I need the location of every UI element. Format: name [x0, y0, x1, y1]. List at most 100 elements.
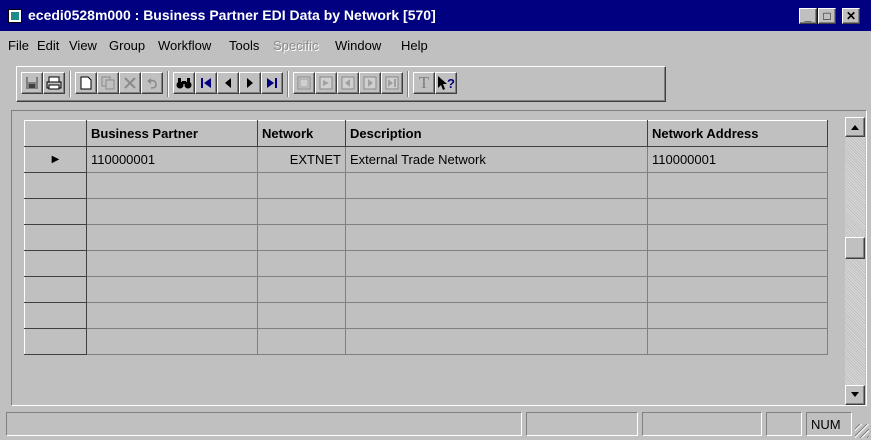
column-header-description[interactable]: Description [345, 120, 648, 147]
table-row[interactable] [24, 224, 828, 251]
toolbar-separator [407, 71, 409, 97]
cell-network[interactable] [257, 198, 346, 225]
cell-business-partner[interactable] [86, 302, 258, 329]
menu-help[interactable]: Help [401, 38, 428, 53]
scroll-thumb[interactable] [845, 237, 865, 259]
cell-network[interactable] [257, 224, 346, 251]
status-bar: NUM [0, 410, 871, 440]
next-record-icon[interactable] [239, 72, 261, 94]
form-icon-1[interactable] [293, 72, 315, 94]
form-icon-5[interactable] [381, 72, 403, 94]
cell-network-address[interactable]: 110000001 [647, 146, 828, 173]
menu-tools[interactable]: Tools [229, 38, 259, 53]
cell-network[interactable] [257, 328, 346, 355]
form-icon-3[interactable] [337, 72, 359, 94]
cell-description[interactable] [345, 198, 648, 225]
cell-business-partner[interactable] [86, 328, 258, 355]
cell-description[interactable] [345, 328, 648, 355]
cell-description[interactable] [345, 302, 648, 329]
vertical-scrollbar[interactable] [845, 117, 865, 405]
cell-business-partner[interactable]: 110000001 [86, 146, 258, 173]
table-row[interactable]: ▶ 110000001 EXTNET External Trade Networ… [24, 146, 828, 173]
scroll-up-button[interactable] [845, 117, 865, 137]
delete-icon[interactable] [119, 72, 141, 94]
menu-window[interactable]: Window [335, 38, 381, 53]
cell-description[interactable] [345, 224, 648, 251]
arrow-down-icon [851, 392, 859, 397]
resize-grip-icon[interactable] [855, 424, 869, 438]
row-selector[interactable] [24, 250, 87, 277]
cell-business-partner[interactable] [86, 250, 258, 277]
text-icon[interactable]: T [413, 72, 435, 94]
find-icon[interactable] [173, 72, 195, 94]
close-button[interactable]: ✕ [842, 8, 860, 24]
menu-workflow[interactable]: Workflow [158, 38, 211, 53]
form-icon-4[interactable] [359, 72, 381, 94]
menu-file[interactable]: File [8, 38, 29, 53]
cell-business-partner[interactable] [86, 198, 258, 225]
toolbar: T ? [16, 66, 666, 102]
cell-business-partner[interactable] [86, 276, 258, 303]
cell-description[interactable]: External Trade Network [345, 146, 648, 173]
cell-network-address[interactable] [647, 224, 828, 251]
table-row[interactable] [24, 250, 828, 277]
minimize-button[interactable]: _ [799, 8, 817, 24]
svg-text:?: ? [447, 76, 455, 91]
cell-network[interactable] [257, 302, 346, 329]
scroll-down-button[interactable] [845, 385, 865, 405]
cell-description[interactable] [345, 172, 648, 199]
table-row[interactable] [24, 198, 828, 225]
row-selector[interactable] [24, 276, 87, 303]
row-selector[interactable]: ▶ [24, 146, 87, 173]
cell-network[interactable]: EXTNET [257, 146, 346, 173]
help-pointer-icon[interactable]: ? [435, 72, 457, 94]
cell-network-address[interactable] [647, 198, 828, 225]
title-bar[interactable]: ecedi0528m000 : Business Partner EDI Dat… [0, 0, 871, 31]
status-panel-3 [642, 412, 762, 436]
cell-network-address[interactable] [647, 302, 828, 329]
cell-network[interactable] [257, 172, 346, 199]
status-panel-message [6, 412, 522, 436]
window-title: ecedi0528m000 : Business Partner EDI Dat… [28, 7, 436, 23]
undo-icon[interactable] [141, 72, 163, 94]
cell-description[interactable] [345, 250, 648, 277]
previous-record-icon[interactable] [217, 72, 239, 94]
row-selector[interactable] [24, 172, 87, 199]
cell-network-address[interactable] [647, 276, 828, 303]
app-icon[interactable] [8, 9, 22, 23]
save-icon[interactable] [21, 72, 43, 94]
form-icon-2[interactable] [315, 72, 337, 94]
column-header-business-partner[interactable]: Business Partner [86, 120, 258, 147]
data-grid: Business Partner Network Description Net… [24, 120, 828, 355]
arrow-up-icon [851, 125, 859, 130]
row-selector[interactable] [24, 224, 87, 251]
row-selector[interactable] [24, 328, 87, 355]
cell-network-address[interactable] [647, 172, 828, 199]
table-row[interactable] [24, 172, 828, 199]
row-selector[interactable] [24, 302, 87, 329]
maximize-button[interactable]: □ [818, 8, 836, 24]
table-row[interactable] [24, 328, 828, 355]
last-record-icon[interactable] [261, 72, 283, 94]
cell-business-partner[interactable] [86, 224, 258, 251]
menu-group[interactable]: Group [109, 38, 145, 53]
cell-network-address[interactable] [647, 250, 828, 277]
copy-icon[interactable] [97, 72, 119, 94]
grid-corner [24, 120, 87, 147]
cell-business-partner[interactable] [86, 172, 258, 199]
cell-network[interactable] [257, 250, 346, 277]
table-row[interactable] [24, 302, 828, 329]
cell-network-address[interactable] [647, 328, 828, 355]
cell-description[interactable] [345, 276, 648, 303]
column-header-network-address[interactable]: Network Address [647, 120, 828, 147]
first-record-icon[interactable] [195, 72, 217, 94]
table-row[interactable] [24, 276, 828, 303]
menu-edit[interactable]: Edit [37, 38, 59, 53]
menu-view[interactable]: View [69, 38, 97, 53]
menu-bar: File Edit View Group Workflow Tools Spec… [0, 33, 871, 55]
print-icon[interactable] [43, 72, 65, 94]
cell-network[interactable] [257, 276, 346, 303]
column-header-network[interactable]: Network [257, 120, 346, 147]
row-selector[interactable] [24, 198, 87, 225]
new-icon[interactable] [75, 72, 97, 94]
